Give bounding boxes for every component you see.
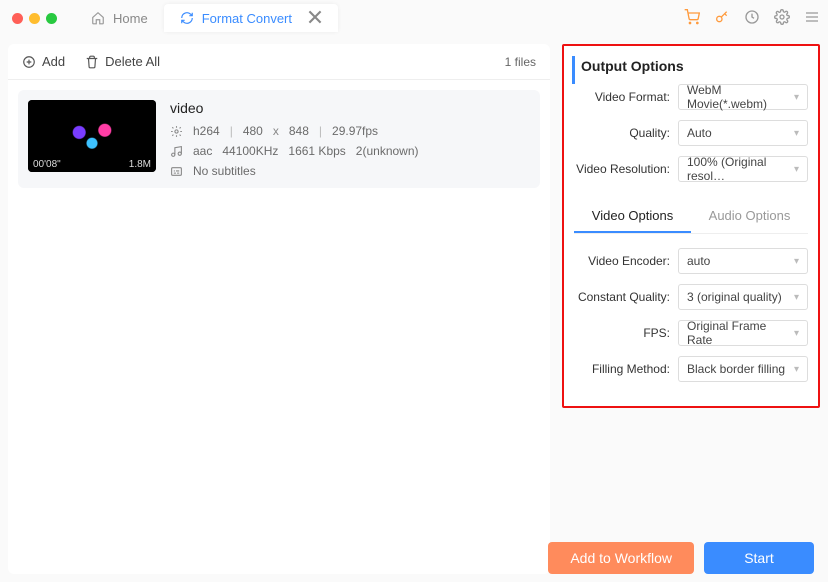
sample-rate: 44100KHz [222, 144, 278, 158]
gear-icon [170, 125, 183, 138]
file-title: video [170, 100, 419, 116]
vcodec: h264 [193, 124, 220, 138]
thumbnail-overlay: 00'08" 1.8M [28, 157, 156, 172]
select-constant-quality[interactable]: 3 (original quality) ▾ [678, 284, 808, 310]
topbar-actions [684, 9, 820, 28]
row-constant-quality: Constant Quality: 3 (original quality) ▾ [574, 284, 808, 310]
settings-icon[interactable] [774, 9, 790, 28]
home-icon [91, 11, 105, 25]
options-sub-tabs: Video Options Audio Options [574, 200, 808, 234]
chevron-down-icon: ▾ [794, 92, 799, 103]
file-list: 00'08" 1.8M video h264 | 480 x 848 | 29.… [8, 80, 550, 574]
tab-home[interactable]: Home [75, 4, 164, 32]
fps: 29.97fps [332, 124, 378, 138]
menu-icon[interactable] [804, 9, 820, 28]
close-icon [308, 10, 322, 24]
file-meta: video h264 | 480 x 848 | 29.97fps aac [170, 100, 419, 178]
plus-circle-icon [22, 55, 36, 69]
file-thumbnail: 00'08" 1.8M [28, 100, 156, 172]
chevron-down-icon: ▾ [794, 364, 799, 375]
width: 480 [243, 124, 263, 138]
delete-all-label: Delete All [105, 54, 160, 69]
subtitles-icon [170, 165, 183, 178]
acodec: aac [193, 144, 212, 158]
value-video-encoder: auto [687, 254, 710, 268]
dim-sep: x [273, 124, 279, 138]
trash-icon [85, 55, 99, 69]
select-fps[interactable]: Original Frame Rate ▾ [678, 320, 808, 346]
minimize-window-button[interactable] [29, 13, 40, 24]
add-to-workflow-button[interactable]: Add to Workflow [548, 542, 694, 574]
add-label: Add [42, 54, 65, 69]
refresh-icon [180, 11, 194, 25]
file-count: 1 files [505, 55, 536, 69]
chevron-down-icon: ▾ [794, 128, 799, 139]
value-filling-method: Black border filling [687, 362, 785, 376]
delete-all-button[interactable]: Delete All [85, 54, 160, 69]
close-tab-button[interactable] [308, 10, 322, 27]
select-quality[interactable]: Auto ▾ [678, 120, 808, 146]
achannels: 2(unknown) [356, 144, 419, 158]
footer-actions: Add to Workflow Start [548, 542, 814, 574]
row-quality: Quality: Auto ▾ [574, 120, 808, 146]
row-video-encoder: Video Encoder: auto ▾ [574, 248, 808, 274]
cart-icon[interactable] [684, 9, 700, 28]
select-video-encoder[interactable]: auto ▾ [678, 248, 808, 274]
row-video-resolution: Video Resolution: 100% (Original resol… … [574, 156, 808, 182]
label-constant-quality: Constant Quality: [574, 290, 670, 304]
select-filling-method[interactable]: Black border filling ▾ [678, 356, 808, 382]
main-panel: Add Delete All 1 files 00'08" 1.8M video [0, 36, 562, 582]
side-panel: Output Options Video Format: WebM Movie(… [562, 44, 820, 574]
select-video-resolution[interactable]: 100% (Original resol… ▾ [678, 156, 808, 182]
label-video-format: Video Format: [574, 90, 670, 104]
row-fps: FPS: Original Frame Rate ▾ [574, 320, 808, 346]
file-size: 1.8M [129, 159, 151, 170]
maximize-window-button[interactable] [46, 13, 57, 24]
chevron-down-icon: ▾ [794, 328, 799, 339]
history-icon[interactable] [744, 9, 760, 28]
tab-audio-options[interactable]: Audio Options [691, 200, 808, 233]
height: 848 [289, 124, 309, 138]
value-quality: Auto [687, 126, 712, 140]
music-icon [170, 145, 183, 158]
file-duration: 00'08" [33, 159, 61, 170]
tab-convert-label: Format Convert [202, 11, 292, 26]
subtitles-text: No subtitles [193, 164, 256, 178]
subtitles-row: No subtitles [170, 164, 419, 178]
output-options-title: Output Options [572, 56, 808, 84]
start-button[interactable]: Start [704, 542, 814, 574]
video-meta-row: h264 | 480 x 848 | 29.97fps [170, 124, 419, 138]
label-filling-method: Filling Method: [574, 362, 670, 376]
output-options-panel: Output Options Video Format: WebM Movie(… [562, 44, 820, 408]
close-window-button[interactable] [12, 13, 23, 24]
audio-meta-row: aac 44100KHz 1661 Kbps 2(unknown) [170, 144, 419, 158]
window-controls [12, 13, 57, 24]
add-button[interactable]: Add [22, 54, 65, 69]
row-video-format: Video Format: WebM Movie(*.webm) ▾ [574, 84, 808, 110]
tab-home-label: Home [113, 11, 148, 26]
value-constant-quality: 3 (original quality) [687, 290, 782, 304]
chevron-down-icon: ▾ [794, 256, 799, 267]
label-quality: Quality: [574, 126, 670, 140]
file-card[interactable]: 00'08" 1.8M video h264 | 480 x 848 | 29.… [18, 90, 540, 188]
title-bar: Home Format Convert [0, 0, 828, 36]
tab-format-convert[interactable]: Format Convert [164, 4, 338, 32]
chevron-down-icon: ▾ [794, 164, 799, 175]
label-video-encoder: Video Encoder: [574, 254, 670, 268]
value-video-resolution: 100% (Original resol… [687, 155, 794, 183]
tab-bar: Home Format Convert [75, 0, 338, 36]
value-video-format: WebM Movie(*.webm) [687, 83, 794, 111]
row-filling-method: Filling Method: Black border filling ▾ [574, 356, 808, 382]
select-video-format[interactable]: WebM Movie(*.webm) ▾ [678, 84, 808, 110]
chevron-down-icon: ▾ [794, 292, 799, 303]
label-fps: FPS: [574, 326, 670, 340]
tab-video-options[interactable]: Video Options [574, 200, 691, 233]
file-toolbar: Add Delete All 1 files [8, 44, 550, 80]
value-fps: Original Frame Rate [687, 319, 794, 347]
label-video-resolution: Video Resolution: [574, 162, 670, 176]
key-icon[interactable] [714, 9, 730, 28]
abitrate: 1661 Kbps [288, 144, 345, 158]
